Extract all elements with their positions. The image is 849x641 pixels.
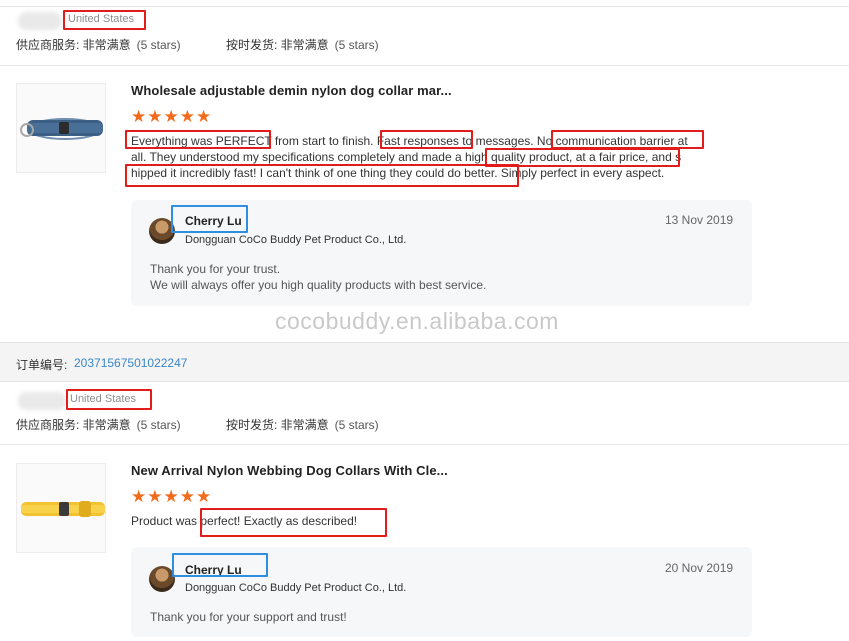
yellow-collar-image [21, 501, 105, 517]
rating-stars-text: (5 stars) [136, 418, 181, 432]
blurred-username [18, 392, 66, 410]
rating-stars-text: (5 stars) [334, 38, 379, 52]
watermark: cocobuddy.en.alibaba.com [275, 308, 559, 334]
reply-date: 20 Nov 2019 [665, 561, 734, 575]
star-rating: ★★★★★ [131, 487, 213, 506]
highlight-box [125, 130, 271, 149]
order-number-label: 订单编号: [16, 358, 68, 372]
rating-stars-text: (5 stars) [334, 418, 379, 432]
highlight-box [125, 164, 519, 187]
highlight-box [200, 508, 387, 537]
on-time-rating: 按时发货: 非常满意 (5 stars) [226, 416, 379, 433]
reply-text: Thank you for your support and trust! [150, 609, 347, 625]
rating-label: 按时发货: 非常满意 [226, 38, 329, 52]
order-number-link[interactable]: 20371567501022247 [74, 356, 187, 370]
section-divider [0, 65, 849, 66]
product-thumbnail[interactable] [16, 463, 106, 553]
rating-label: 按时发货: 非常满意 [226, 418, 329, 432]
reply-text: Thank you for your trust. We will always… [150, 261, 486, 293]
rating-stars-text: (5 stars) [136, 38, 181, 52]
star-rating: ★★★★★ [131, 107, 213, 126]
reply-line: Thank you for your trust. [150, 262, 281, 276]
highlight-box [172, 553, 268, 577]
blurred-username [18, 12, 62, 30]
rating-label: 供应商服务: 非常满意 [16, 418, 131, 432]
supplier-service-rating: 供应商服务: 非常满意 (5 stars) [16, 36, 181, 53]
on-time-rating: 按时发货: 非常满意 (5 stars) [226, 36, 379, 53]
reply-line: Thank you for your support and trust! [150, 610, 347, 624]
highlight-box [63, 10, 146, 30]
product-title[interactable]: New Arrival Nylon Webbing Dog Collars Wi… [131, 463, 448, 478]
reply-company: Dongguan CoCo Buddy Pet Product Co., Ltd… [185, 234, 407, 246]
highlight-box [66, 389, 152, 410]
product-thumbnail[interactable] [16, 83, 106, 173]
highlight-box [551, 130, 704, 149]
reply-company: Dongguan CoCo Buddy Pet Product Co., Ltd… [185, 582, 407, 594]
highlight-box [171, 205, 248, 233]
reply-line: We will always offer you high quality pr… [150, 278, 487, 292]
highlight-box [380, 130, 473, 149]
rating-label: 供应商服务: 非常满意 [16, 38, 131, 52]
supplier-service-rating: 供应商服务: 非常满意 (5 stars) [16, 416, 181, 433]
product-title[interactable]: Wholesale adjustable demin nylon dog col… [131, 83, 452, 98]
denim-collar-image [20, 118, 103, 140]
section-divider [0, 444, 849, 445]
top-divider [0, 6, 849, 7]
reply-date: 13 Nov 2019 [665, 213, 734, 227]
